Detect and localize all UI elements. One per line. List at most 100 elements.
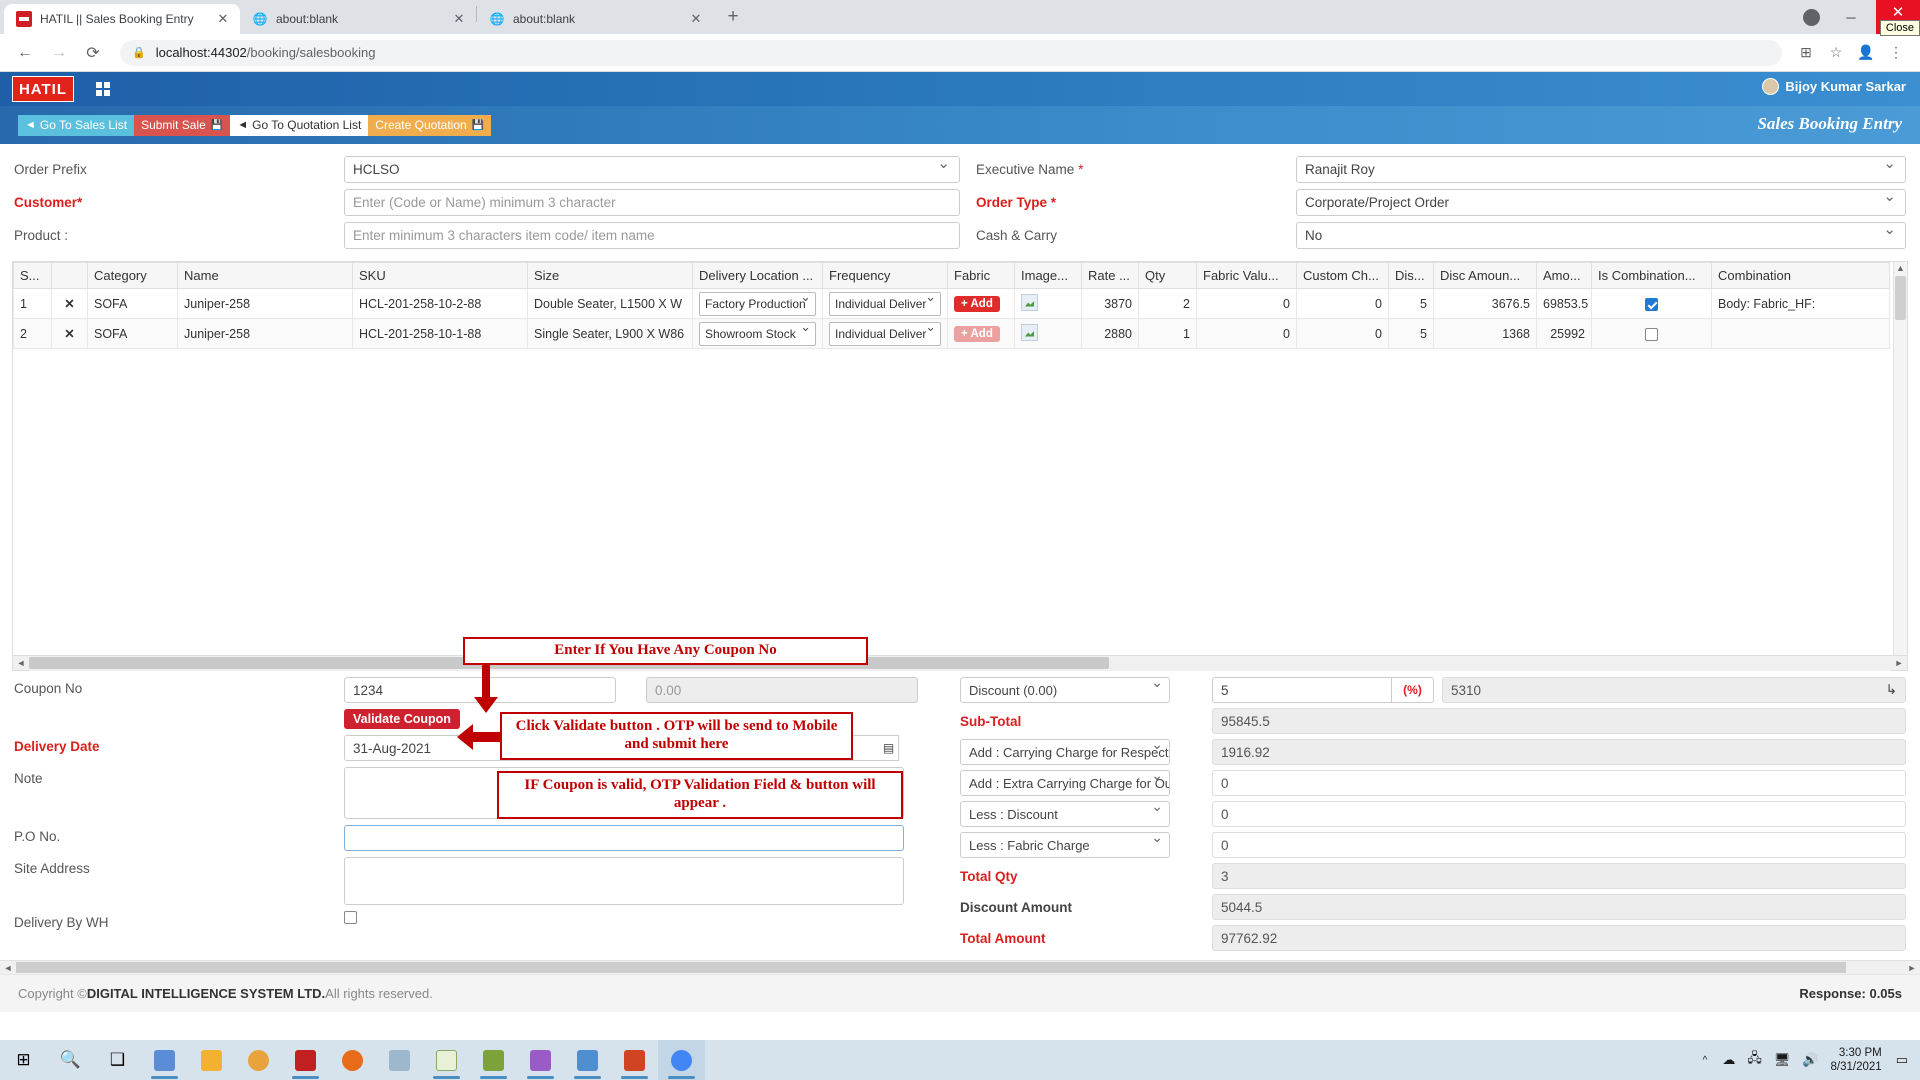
bookmark-star-icon[interactable]: ☆ [1822,39,1850,67]
back-icon[interactable]: ← [10,38,40,68]
grid-vertical-scrollbar[interactable]: ▲ [1893,262,1907,670]
col-frequency[interactable]: Frequency [822,262,948,289]
col-size[interactable]: Size [527,262,693,289]
col-name[interactable]: Name [177,262,353,289]
col-image[interactable]: Image... [1014,262,1082,289]
split-screen-icon[interactable]: ⊞ [1792,39,1820,67]
site-address-textarea[interactable] [344,857,904,905]
browser-tab-1[interactable]: HATIL || Sales Booking Entry ✕ [4,4,240,34]
col-qty[interactable]: Qty [1138,262,1197,289]
col-discount[interactable]: Dis... [1388,262,1434,289]
order-type-select[interactable]: Corporate/Project Order [1296,187,1906,216]
table-row[interactable]: 1 ✕ SOFA Juniper-258 HCL-201-258-10-2-88… [13,288,1890,319]
calendar-icon[interactable]: ▤ [879,735,899,761]
col-disc-amount[interactable]: Disc Amoun... [1433,262,1537,289]
scroll-left-icon[interactable]: ◄ [0,963,16,973]
taskbar-app-file-explorer[interactable] [188,1040,235,1080]
notifications-icon[interactable]: ▭ [1896,1052,1908,1068]
taskbar-app-chrome[interactable] [658,1040,705,1080]
carrying-charge-select[interactable]: Add : Carrying Charge for Respective Cit… [960,739,1170,765]
scroll-track[interactable] [16,961,1904,975]
less-fabric-charge-input[interactable]: 0 [1212,832,1906,858]
validate-coupon-button[interactable]: Validate Coupon [344,709,460,729]
taskbar-app-sql-dev[interactable] [470,1040,517,1080]
user-menu[interactable]: Bijoy Kumar Sarkar [1762,78,1906,95]
taskbar-app-calculator[interactable] [376,1040,423,1080]
image-thumb-icon[interactable] [1021,323,1038,341]
reload-icon[interactable]: ⟳ [78,38,108,68]
cell-frequency[interactable]: Individual Deliver [822,318,948,349]
taskbar-app-sql-server[interactable] [141,1040,188,1080]
product-input[interactable]: Enter minimum 3 characters item code/ it… [344,222,960,249]
scroll-right-icon[interactable]: ► [1891,658,1907,668]
col-fabric-value[interactable]: Fabric Valu... [1196,262,1297,289]
table-row[interactable]: 2 ✕ SOFA Juniper-258 HCL-201-258-10-1-88… [13,318,1890,349]
col-delivery-location[interactable]: Delivery Location ... [692,262,823,289]
less-discount-input[interactable]: 0 [1212,801,1906,827]
less-fabric-charge-select[interactable]: Less : Fabric Charge [960,832,1170,858]
taskbar-app-firefox[interactable] [329,1040,376,1080]
extra-carrying-charge-select[interactable]: Add : Extra Carrying Charge for Outside … [960,770,1170,796]
tab-close-icon[interactable]: ✕ [214,10,232,28]
is-combination-checkbox[interactable] [1645,297,1658,311]
cash-carry-select[interactable]: No [1296,220,1906,249]
delivery-location-select[interactable]: Showroom Stock [699,321,816,346]
go-to-sales-list-button[interactable]: ◄ Go To Sales List [18,114,135,136]
is-combination-checkbox[interactable] [1645,327,1658,341]
frequency-select[interactable]: Individual Deliver [829,321,941,346]
delete-row-icon[interactable]: ✕ [51,288,88,319]
delete-row-icon[interactable]: ✕ [51,318,88,349]
order-prefix-select[interactable]: HCLSO [344,154,960,183]
volume-icon[interactable]: 🔊 [1802,1052,1818,1068]
scroll-up-icon[interactable]: ▲ [1894,262,1907,276]
scroll-left-icon[interactable]: ◄ [13,658,29,668]
extra-carrying-charge-input[interactable]: 0 [1212,770,1906,796]
profile-icon[interactable]: 👤 [1852,39,1880,67]
scroll-track[interactable] [29,655,1891,671]
start-button[interactable]: ⊞ [0,1040,47,1080]
col-custom-charge[interactable]: Custom Ch... [1296,262,1389,289]
col-is-combination[interactable]: Is Combination... [1591,262,1712,289]
po-no-input[interactable] [344,825,904,851]
customer-input[interactable]: Enter (Code or Name) minimum 3 character [344,189,960,216]
col-combination[interactable]: Combination [1711,262,1890,289]
taskbar-app-chrome-canary[interactable] [235,1040,282,1080]
taskbar-app-editor[interactable] [423,1040,470,1080]
cell-fabric[interactable]: + Add [947,288,1015,319]
submit-sale-button[interactable]: Submit Sale 💾 [134,114,231,136]
new-tab-button[interactable]: + [719,4,747,32]
cell-image[interactable] [1014,288,1082,319]
taskbar-app-powerpoint[interactable] [611,1040,658,1080]
add-fabric-button[interactable]: + Add [954,325,1000,342]
frequency-select[interactable]: Individual Deliver [829,291,941,316]
browser-tab-2[interactable]: 🌐 about:blank ✕ [240,4,476,34]
browser-tab-3[interactable]: 🌐 about:blank ✕ [477,4,713,34]
taskbar-app-ssms[interactable] [564,1040,611,1080]
page-horizontal-scrollbar[interactable]: ◄ ► [0,960,1920,974]
image-thumb-icon[interactable] [1021,293,1038,311]
cell-image[interactable] [1014,318,1082,349]
onedrive-icon[interactable]: ☁ [1722,1052,1735,1068]
col-category[interactable]: Category [87,262,178,289]
col-fabric[interactable]: Fabric [947,262,1015,289]
col-sku[interactable]: SKU [352,262,528,289]
go-to-quotation-list-button[interactable]: ◄ Go To Quotation List [230,114,369,136]
cell-is-combination[interactable] [1591,288,1712,319]
discount-type-select[interactable]: Discount (0.00) [960,677,1170,703]
browser-profile-icon[interactable] [1794,0,1828,34]
forward-icon[interactable]: → [44,38,74,68]
cell-delivery-location[interactable]: Showroom Stock [692,318,823,349]
taskbar-app-filezilla[interactable] [282,1040,329,1080]
col-rate[interactable]: Rate ... [1081,262,1139,289]
apps-grid-icon[interactable] [96,82,110,96]
less-discount-select[interactable]: Less : Discount [960,801,1170,827]
taskbar-app-visual-studio[interactable] [517,1040,564,1080]
executive-name-select[interactable]: Ranajit Roy [1296,154,1906,183]
delivery-location-select[interactable]: Factory Production [699,291,816,316]
scroll-right-icon[interactable]: ► [1904,963,1920,973]
create-quotation-button[interactable]: Create Quotation 💾 [368,114,492,136]
col-amount[interactable]: Amo... [1536,262,1592,289]
grid-horizontal-scrollbar[interactable]: ◄ ► [13,655,1907,671]
apply-icon[interactable]: ↳ [1886,682,1897,698]
tab-close-icon[interactable]: ✕ [687,10,705,28]
